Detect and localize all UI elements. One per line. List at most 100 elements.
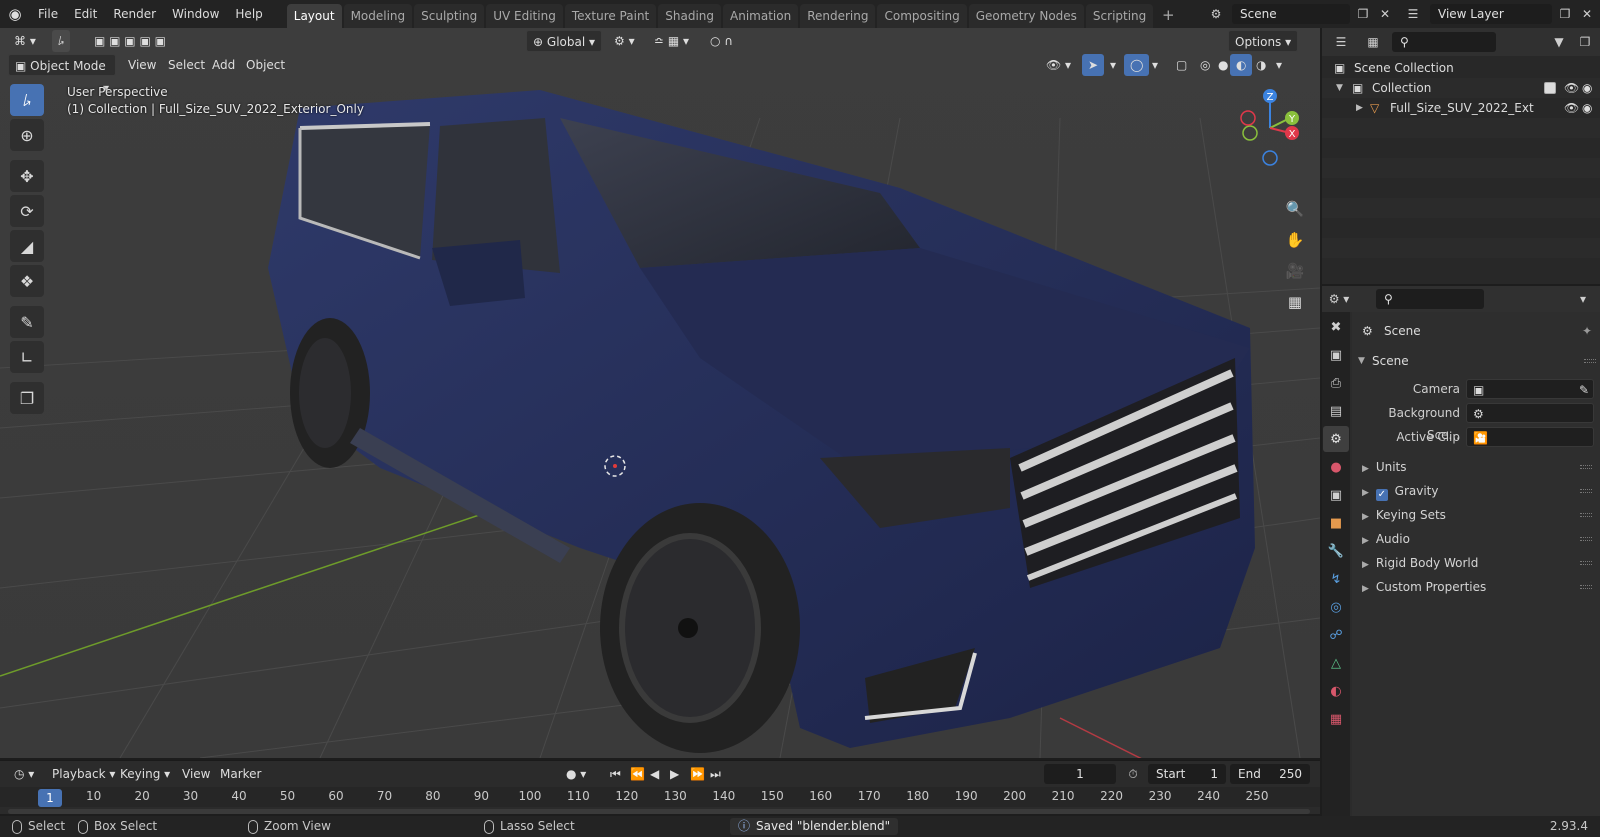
constraints-tab-icon[interactable]: ☍ [1323,622,1349,648]
tab-uv-editing[interactable]: UV Editing [486,4,563,28]
properties-editor-type-icon[interactable]: ⚙ ▾ [1328,289,1350,309]
menu-object[interactable]: Object [240,54,291,76]
options-dropdown[interactable]: Options ▾ [1228,30,1299,52]
menu-help[interactable]: Help [227,3,270,25]
panel-grip-icon[interactable] [1580,489,1592,493]
measure-tool-icon[interactable]: ∟ [10,341,44,373]
xray-toggle-icon[interactable]: ▢ [1170,54,1193,76]
scale-tool-icon[interactable]: ◢ [10,230,44,262]
camera-icon[interactable]: ◉ [1582,78,1592,98]
keying-sets-panel-header[interactable]: ▶ Keying Sets [1362,504,1596,526]
ortho-grid-icon[interactable]: ▦ [1282,289,1308,315]
object-tab-icon[interactable]: ■ [1323,510,1349,536]
snap-icon[interactable]: ≏ ▦ ▾ [648,30,695,52]
modifier-tab-icon[interactable]: 🔧 [1323,538,1349,564]
panel-grip-icon[interactable] [1580,561,1592,565]
units-panel-header[interactable]: ▶ Units [1362,456,1596,478]
collection-checkbox[interactable] [1544,82,1556,94]
keying-menu[interactable]: Keying ▾ [114,763,176,785]
outliner-editor-type-icon[interactable]: ☰ [1330,32,1352,52]
object-mode-dropdown[interactable]: ▣ Object Mode ▾ [8,54,116,95]
play-reverse-icon[interactable]: ◀ [644,763,665,785]
output-tab-icon[interactable]: ⎙ [1323,370,1349,396]
menu-select[interactable]: Select [162,54,211,76]
outliner-row-collection[interactable]: ▼ ▣ Collection 👁 ◉ [1322,78,1600,98]
menu-view[interactable]: View [122,54,162,76]
outliner-search-input[interactable]: ⚲ [1392,32,1496,52]
render-tab-icon[interactable]: ▣ [1323,342,1349,368]
delete-view-layer-icon[interactable]: ✕ [1576,4,1598,24]
panel-grip-icon[interactable] [1580,537,1592,541]
start-frame-field[interactable]: Start 1 [1148,764,1226,784]
select-box-mode-icons[interactable]: ▣ ▣ ▣ ▣ ▣ [88,30,172,52]
chevron-down-icon[interactable]: ▾ [1270,54,1288,76]
menu-render[interactable]: Render [105,3,164,25]
outliner-row-object[interactable]: ▶ ▽ Full_Size_SUV_2022_Ext 👁 ◉ [1322,98,1600,118]
panel-grip-icon[interactable] [1580,585,1592,589]
expand-object-icon[interactable]: ▶ [1356,98,1363,118]
scene-name-field[interactable]: Scene [1232,4,1350,24]
timeline[interactable]: ◷ ▾ Playback ▾ Keying ▾ View Marker ● ▾ … [0,760,1320,814]
pivot-point-icon[interactable]: ⚙ ▾ [608,30,641,52]
scene-selector-icon[interactable]: ⚙ [1205,4,1227,24]
add-cube-tool-icon[interactable]: ❐ [10,382,44,414]
select-box-tool-icon[interactable]: ⭞ [10,84,44,116]
menu-add[interactable]: Add [206,54,241,76]
new-scene-icon[interactable]: ❐ [1352,4,1374,24]
tab-geometry-nodes[interactable]: Geometry Nodes [968,4,1084,28]
playback-menu[interactable]: Playback ▾ [46,763,121,785]
gravity-checkbox[interactable]: ✓ [1375,489,1388,501]
properties-editor[interactable]: ⚙ ▾ ⚲ ▾ ✖ ▣ ⎙ ▤ ⚙ ● ▣ ■ 🔧 ↯ ◎ ☍ △ ◐ ▦ ⚙ … [1322,286,1600,816]
menu-file[interactable]: File [30,3,66,25]
tab-texture-paint[interactable]: Texture Paint [564,4,657,28]
rigid-body-world-panel-header[interactable]: ▶ Rigid Body World [1362,552,1596,574]
record-keyframe-icon[interactable]: ● ▾ [560,763,592,785]
blender-logo-icon[interactable]: ◉ [0,0,30,28]
outliner-row-scene-collection[interactable]: ▣ Scene Collection [1322,58,1600,78]
camera-field[interactable]: ▣ ✎ [1466,379,1594,399]
filter-icon[interactable]: ▼ [1548,32,1570,52]
physics-tab-icon[interactable]: ◎ [1323,594,1349,620]
tab-layout[interactable]: Layout [286,4,342,28]
move-tool-icon[interactable]: ✥ [10,160,44,192]
gizmo-neg-z-axis[interactable] [1262,150,1278,166]
panel-grip-icon[interactable] [1580,513,1592,517]
background-scene-field[interactable]: ⚙ [1466,403,1594,423]
properties-search-input[interactable]: ⚲ [1376,289,1484,309]
3d-viewport[interactable]: ⌘ ▾ ⭞ ▣ ▣ ▣ ▣ ▣ ⊕ Global ▾ ⚙ ▾ ≏ ▦ ▾ ○ ∩… [0,28,1320,758]
stopwatch-icon[interactable]: ⏱ [1122,764,1144,784]
view-layer-selector-icon[interactable]: ☰ [1402,4,1424,24]
collection-tab-icon[interactable]: ▣ [1323,482,1349,508]
tab-shading[interactable]: Shading [658,4,721,28]
eye-icon[interactable]: 👁 [1564,98,1579,118]
scene-panel-header[interactable]: ▼ Scene [1352,350,1600,372]
outliner[interactable]: ☰ ▦ ⚲ ▼ ❐ ▣ Scene Collection ▼ ▣ Collect… [1322,28,1600,284]
gizmo-neg-y-axis[interactable] [1242,125,1258,141]
current-frame-field[interactable]: 1 [1044,764,1116,784]
tab-compositing[interactable]: Compositing [877,4,967,28]
timeline-ruler[interactable]: 1 10 20 30 40 50 60 70 80 90 100 110 120 130 140 150 160… [0,787,1320,807]
new-view-layer-icon[interactable]: ❐ [1554,4,1576,24]
annotate-tool-icon[interactable]: ✎ [10,306,44,338]
zoom-icon[interactable]: 🔍 [1282,196,1308,222]
add-workspace-icon[interactable]: + [1157,4,1179,26]
tab-sculpting[interactable]: Sculpting [414,4,485,28]
rotate-tool-icon[interactable]: ⟳ [10,195,44,227]
view-layer-tab-icon[interactable]: ▤ [1323,398,1349,424]
custom-properties-panel-header[interactable]: ▶ Custom Properties [1362,576,1596,598]
editor-type-icon[interactable]: ⌘ ▾ [8,30,42,52]
gravity-panel-header[interactable]: ▶ ✓ Gravity [1362,480,1596,502]
camera-icon[interactable]: ◉ [1582,98,1592,118]
menu-edit[interactable]: Edit [66,3,105,25]
tab-modeling[interactable]: Modeling [343,4,413,28]
chevron-down-icon[interactable]: ▾ [1146,54,1164,76]
visibility-icon[interactable]: 👁 ▾ [1040,54,1077,76]
tab-scripting[interactable]: Scripting [1085,4,1154,28]
suv-model[interactable] [268,90,1255,753]
marker-menu[interactable]: Marker [214,763,267,785]
chevron-down-icon[interactable]: ▾ [1104,54,1122,76]
eyedropper-icon[interactable]: ✎ [1579,379,1589,401]
gizmo-toggle-icon[interactable]: ➤ [1082,54,1105,76]
world-tab-icon[interactable]: ● [1323,454,1349,480]
texture-tab-icon[interactable]: ▦ [1323,706,1349,732]
